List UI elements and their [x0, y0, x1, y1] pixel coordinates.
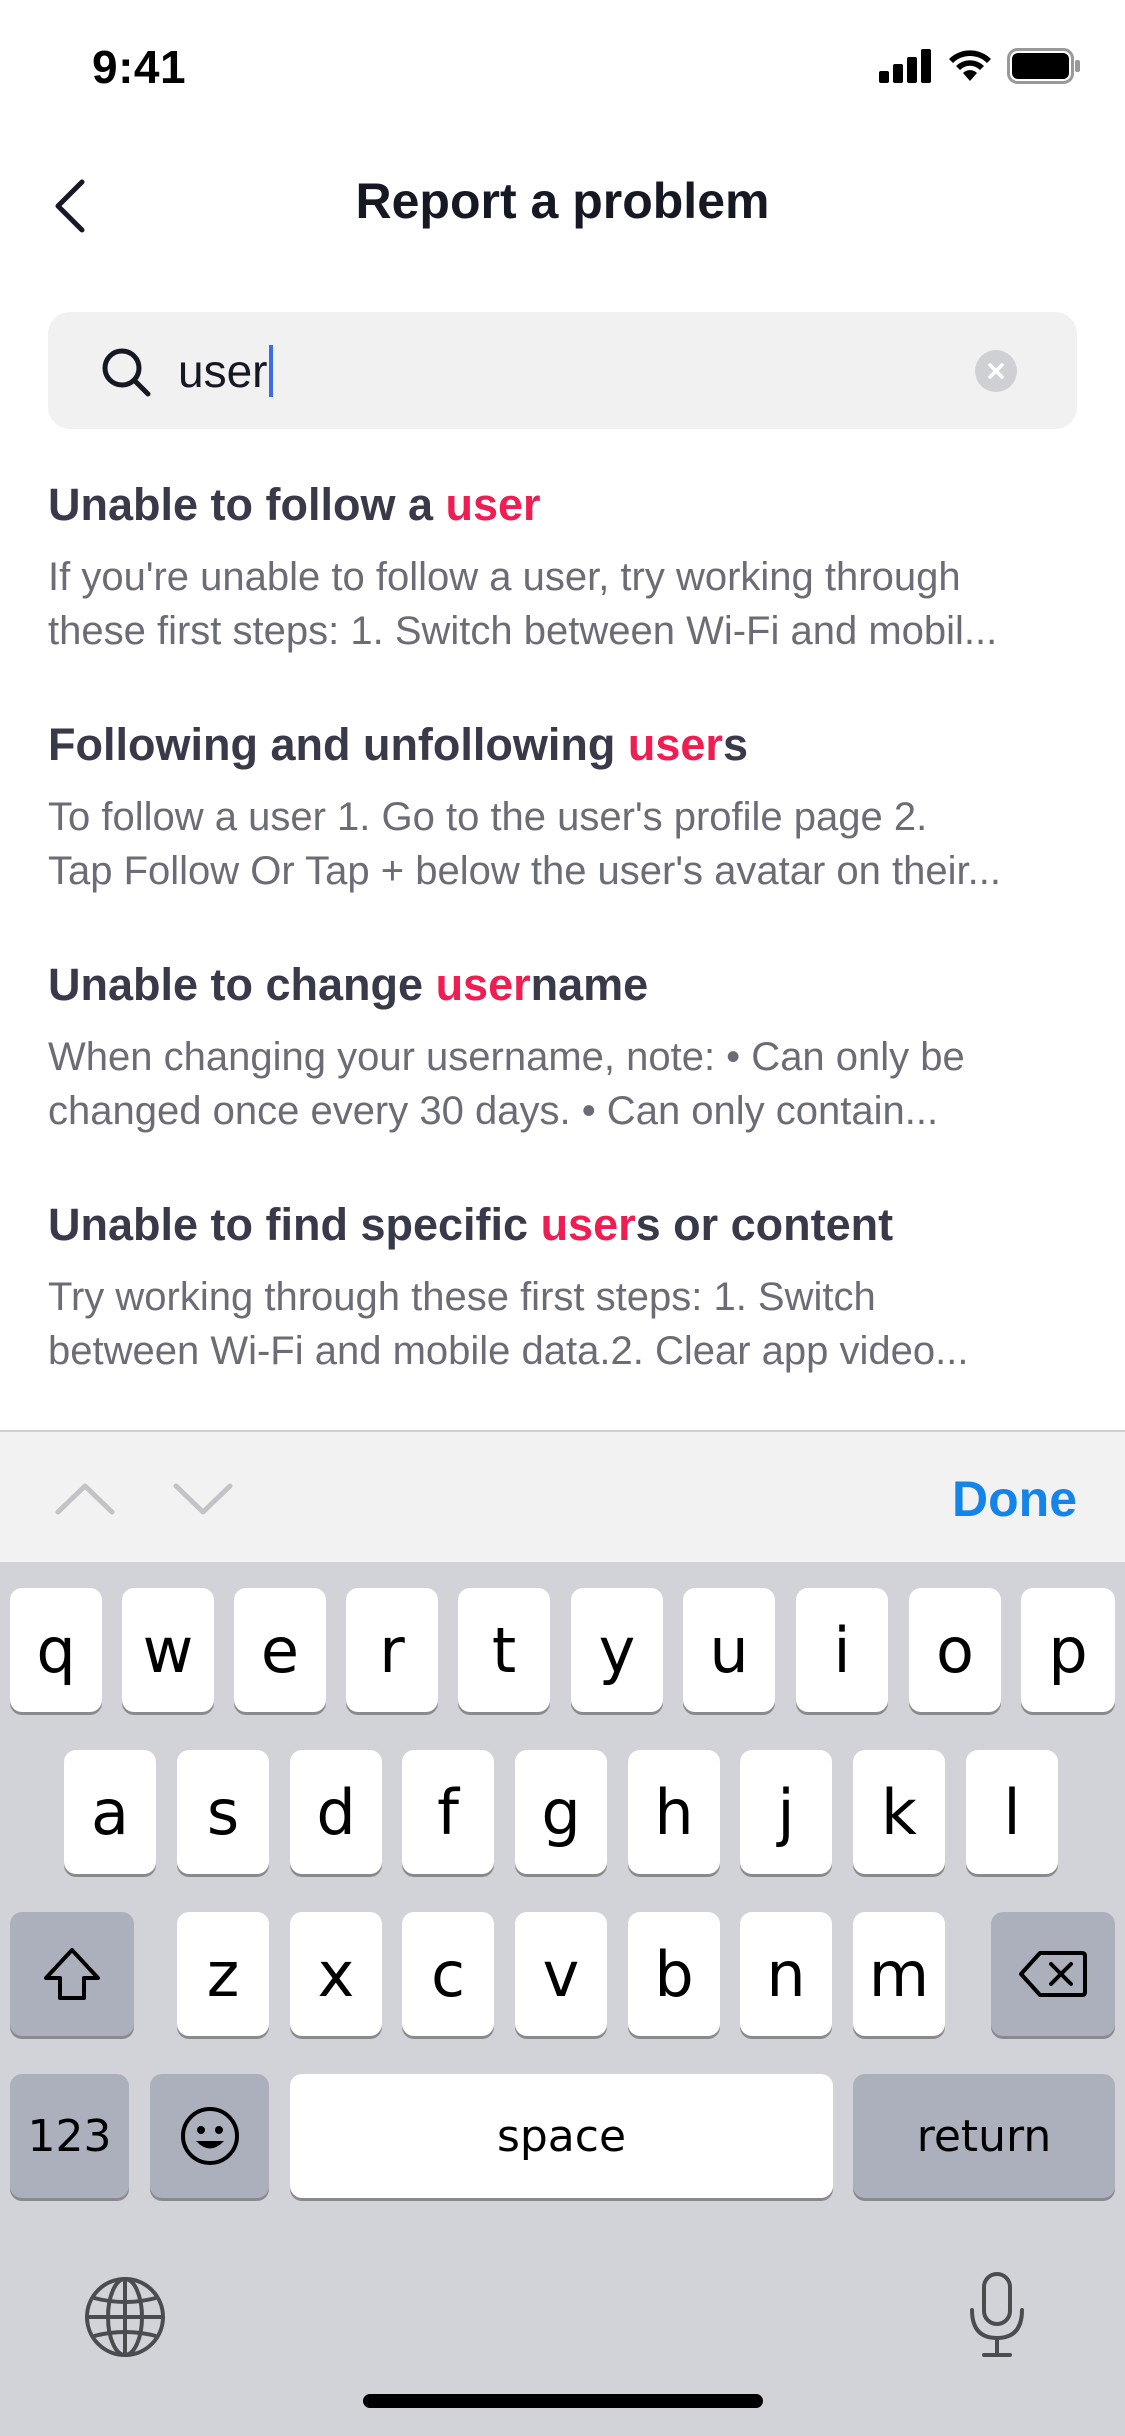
key-r[interactable]: r [346, 1588, 438, 1712]
result-item[interactable]: Unable to change username When changing … [48, 950, 1088, 1190]
delete-icon [1019, 1951, 1087, 1997]
search-results: Unable to follow a user If you're unable… [48, 470, 1088, 1430]
space-key[interactable]: space [290, 2074, 833, 2198]
shift-icon [44, 1948, 100, 2000]
key-y[interactable]: y [571, 1588, 663, 1712]
status-bar: 9:41 [0, 0, 1125, 140]
search-input[interactable]: user [48, 312, 1077, 429]
search-value: user [178, 342, 274, 400]
key-l[interactable]: l [966, 1750, 1058, 1874]
numbers-key[interactable]: 123 [10, 2074, 129, 2198]
delete-key[interactable] [991, 1912, 1115, 2036]
key-g[interactable]: g [515, 1750, 607, 1874]
key-w[interactable]: w [122, 1588, 214, 1712]
key-m[interactable]: m [853, 1912, 945, 2036]
result-title: Unable to follow a user [48, 479, 541, 530]
key-z[interactable]: z [177, 1912, 269, 2036]
key-c[interactable]: c [402, 1912, 494, 2036]
clear-search-button[interactable] [975, 350, 1017, 392]
key-s[interactable]: s [177, 1750, 269, 1874]
result-title: Unable to change username [48, 959, 649, 1010]
key-q[interactable]: q [10, 1588, 102, 1712]
result-description: To follow a user 1. Go to the user's pro… [48, 795, 1001, 893]
result-item[interactable]: Following and unfollowing users To follo… [48, 710, 1088, 950]
result-title: Following and unfollowing users [48, 719, 748, 770]
wifi-icon [949, 50, 991, 81]
key-n[interactable]: n [740, 1912, 832, 2036]
key-a[interactable]: a [64, 1750, 156, 1874]
status-time: 9:41 [92, 41, 187, 93]
status-icons [879, 48, 1081, 84]
battery-icon [1007, 48, 1080, 84]
key-d[interactable]: d [290, 1750, 382, 1874]
key-o[interactable]: o [909, 1588, 1001, 1712]
done-button[interactable]: Done [952, 1470, 1077, 1528]
result-item[interactable]: Unable to follow a user If you're unable… [48, 470, 1088, 710]
key-f[interactable]: f [402, 1750, 494, 1874]
key-i[interactable]: i [796, 1588, 888, 1712]
key-b[interactable]: b [628, 1912, 720, 2036]
key-k[interactable]: k [853, 1750, 945, 1874]
key-e[interactable]: e [234, 1588, 326, 1712]
result-title: Unable to find specific users or content [48, 1199, 894, 1250]
key-t[interactable]: t [458, 1588, 550, 1712]
key-p[interactable]: p [1021, 1588, 1115, 1712]
key-h[interactable]: h [628, 1750, 720, 1874]
text-caret [269, 345, 274, 397]
keyboard: q w e r t y u i o p a s d f g h j k l z … [0, 1562, 1125, 2436]
globe-icon[interactable] [82, 2274, 168, 2360]
result-item[interactable]: Unable to find specific users or content… [48, 1190, 1088, 1430]
key-v[interactable]: v [515, 1912, 607, 2036]
header: Report a problem [0, 150, 1125, 250]
emoji-key[interactable] [150, 2074, 269, 2198]
clear-icon [988, 363, 1004, 379]
result-description: If you're unable to follow a user, try w… [48, 555, 998, 653]
result-description: When changing your username, note: • Can… [48, 1035, 965, 1133]
chevron-up-icon[interactable] [50, 1468, 120, 1528]
page-title: Report a problem [355, 173, 770, 229]
return-key[interactable]: return [853, 2074, 1115, 2198]
key-j[interactable]: j [740, 1750, 832, 1874]
microphone-icon[interactable] [962, 2270, 1032, 2360]
search-icon [102, 348, 151, 397]
key-u[interactable]: u [683, 1588, 775, 1712]
result-description: Try working through these first steps: 1… [48, 1275, 969, 1373]
chevron-down-icon[interactable] [168, 1468, 238, 1528]
shift-key[interactable] [10, 1912, 134, 2036]
signal-icon [879, 49, 931, 83]
search-text: user [178, 345, 268, 397]
key-x[interactable]: x [290, 1912, 382, 2036]
home-indicator [363, 2394, 763, 2408]
keyboard-accessory-bar: Done [0, 1430, 1125, 1562]
emoji-icon [180, 2107, 239, 2165]
